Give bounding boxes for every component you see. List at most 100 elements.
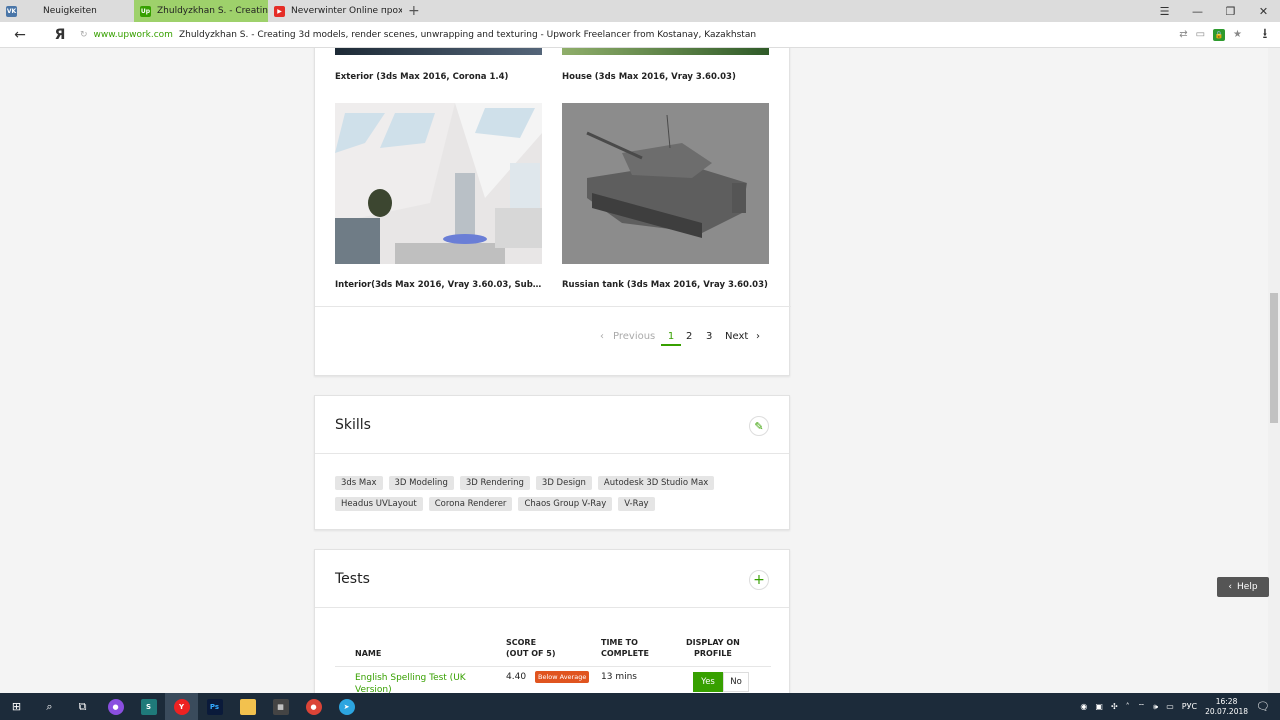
address-bar: ← Я ↻ www.upwork.com Zhuldyzkhan S. - Cr… — [0, 22, 1280, 48]
chevron-up-icon[interactable]: ˄ — [1126, 702, 1130, 711]
portfolio-caption[interactable]: Russian tank (3ds Max 2016, Vray 3.60.03… — [562, 280, 769, 290]
search-icon[interactable]: ⌕ — [33, 693, 66, 720]
chevron-right-icon: › — [756, 331, 760, 342]
edit-skills-button[interactable]: ✎ — [749, 416, 769, 436]
column-header-name: NAME — [355, 649, 382, 658]
reader-icon[interactable]: ▭ — [1196, 29, 1205, 40]
page-link-2[interactable]: 2 — [686, 331, 692, 342]
portfolio-thumb-interior[interactable] — [335, 103, 542, 264]
tests-card: Tests + NAME SCORE (OUT OF 5) TIME TO CO… — [314, 549, 790, 693]
column-header-time: TIME TO COMPLETE — [601, 638, 649, 658]
close-window-button[interactable]: ✕ — [1247, 5, 1280, 18]
display-yes-button[interactable]: Yes — [693, 672, 723, 692]
page-scrollbar[interactable] — [1268, 48, 1280, 693]
skill-chip[interactable]: 3D Modeling — [388, 476, 454, 490]
skill-chip[interactable]: Corona Renderer — [428, 497, 513, 511]
chrome-icon: ● — [305, 698, 322, 715]
help-button[interactable]: ‹ Help — [1217, 577, 1269, 597]
add-test-button[interactable]: + — [749, 570, 769, 590]
windows-taskbar: ⊞ ⌕ ⧉ ● S Y Ps ▦ ● ➤ ◉ ▣ ✣ ˄ ⌔ 🕪 ▭ РУС 1… — [0, 693, 1280, 720]
previous-page-link[interactable]: Previous — [613, 331, 655, 342]
table-divider — [335, 666, 771, 667]
test-score: 4.40 — [506, 672, 527, 682]
lock-icon[interactable]: 🔒 — [1213, 28, 1226, 41]
skill-chip[interactable]: Autodesk 3D Studio Max — [597, 476, 715, 490]
alice-icon: ● — [107, 698, 124, 715]
taskbar-app-photoshop[interactable]: Ps — [198, 693, 231, 720]
battery-icon[interactable]: ▭ — [1166, 702, 1174, 711]
app-tray-icon[interactable]: ▣ — [1095, 702, 1103, 711]
tab-neuigkeiten[interactable]: VK Neuigkeiten — [0, 0, 134, 22]
page-link-1[interactable]: 1 — [661, 331, 681, 346]
help-label: Help — [1237, 582, 1258, 592]
display-no-button[interactable]: No — [723, 672, 749, 692]
restore-button[interactable]: ❐ — [1214, 5, 1247, 18]
upwork-icon: Up — [140, 5, 151, 17]
language-indicator[interactable]: РУС — [1182, 702, 1197, 711]
page-link-3[interactable]: 3 — [706, 331, 712, 342]
clock[interactable]: 16:28 20.07.2018 — [1205, 697, 1248, 717]
taskbar-app-yandex[interactable]: Y — [165, 693, 198, 720]
reload-icon[interactable]: ↻ — [80, 30, 88, 40]
tank-render-image — [562, 103, 769, 264]
system-tray: ◉ ▣ ✣ ˄ ⌔ 🕪 ▭ РУС 16:28 20.07.2018 🗨 — [1080, 697, 1280, 717]
portfolio-card: Exterior (3ds Max 2016, Corona 1.4) Hous… — [314, 48, 791, 376]
plus-icon: + — [753, 572, 765, 588]
translate-icon[interactable]: ⇄ — [1179, 29, 1187, 40]
youtube-icon: ▶ — [274, 5, 285, 17]
network-icon[interactable]: ◉ — [1080, 702, 1087, 711]
windows-start-icon[interactable]: ⊞ — [0, 693, 33, 720]
task-view-icon[interactable]: ⧉ — [66, 693, 99, 720]
taskbar-app-sketchup[interactable]: S — [132, 693, 165, 720]
notifications-icon[interactable]: 🗨 — [1256, 700, 1270, 713]
wifi-icon[interactable]: ⌔ — [1138, 702, 1146, 712]
column-header-score: SCORE (OUT OF 5) — [506, 638, 556, 658]
interior-render-image — [335, 103, 542, 264]
tray-app-icon[interactable]: ✣ — [1111, 702, 1118, 711]
portfolio-caption[interactable]: House (3ds Max 2016, Vray 3.60.03) — [562, 72, 769, 82]
portfolio-caption[interactable]: Exterior (3ds Max 2016, Corona 1.4) — [335, 72, 542, 82]
test-name-link[interactable]: English Spelling Test (UK Version) — [355, 672, 485, 693]
test-time: 13 mins — [601, 672, 637, 682]
portfolio-thumb-tank[interactable] — [562, 103, 769, 264]
taskbar-app-alice[interactable]: ● — [99, 693, 132, 720]
menu-icon[interactable]: ☰ — [1148, 5, 1181, 18]
folder-icon — [239, 698, 256, 715]
next-page-link[interactable]: Next — [725, 331, 748, 342]
portfolio-thumb-exterior[interactable] — [335, 48, 542, 55]
url-domain: www.upwork.com — [93, 29, 173, 40]
volume-icon[interactable]: 🕪 — [1153, 702, 1158, 712]
url-page-title: Zhuldyzkhan S. - Creating 3d models, ren… — [178, 29, 757, 40]
skill-chip[interactable]: 3D Rendering — [459, 476, 530, 490]
chevron-left-icon: ‹ — [1228, 582, 1233, 592]
skill-chip[interactable]: V-Ray — [618, 497, 655, 511]
pagination: ‹ Previous 1 2 3 Next › — [315, 306, 791, 376]
clock-date: 20.07.2018 — [1205, 706, 1249, 716]
scrollbar-thumb[interactable] — [1270, 293, 1278, 423]
pencil-icon: ✎ — [754, 419, 764, 433]
skill-chip[interactable]: Chaos Group V-Ray — [518, 497, 613, 511]
tab-upwork[interactable]: Up Zhuldyzkhan S. - Creating ✕ — [134, 0, 268, 22]
taskbar-app-calculator[interactable]: ▦ — [264, 693, 297, 720]
skill-chip[interactable]: Headus UVLayout — [335, 497, 423, 511]
taskbar-app-chrome[interactable]: ● — [297, 693, 330, 720]
portfolio-caption[interactable]: Interior(3ds Max 2016, Vray 3.60.03, Sub… — [335, 280, 542, 290]
page-content: Exterior (3ds Max 2016, Corona 1.4) Hous… — [0, 48, 1280, 693]
tab-youtube[interactable]: ▶ Neverwinter Online прохож ✕ — [268, 0, 402, 22]
new-tab-button[interactable]: + — [402, 3, 426, 19]
skill-chip[interactable]: 3D Design — [535, 476, 592, 490]
skill-chip[interactable]: 3ds Max — [335, 476, 383, 490]
yandex-logo[interactable]: Я — [40, 27, 80, 43]
telegram-icon: ➤ — [338, 698, 355, 715]
minimize-button[interactable]: — — [1181, 5, 1214, 18]
download-icon[interactable]: ⭳ — [1250, 23, 1280, 47]
url-field[interactable]: ↻ www.upwork.com Zhuldyzkhan S. - Creati… — [80, 25, 1242, 45]
skills-card: Skills ✎ 3ds Max 3D Modeling 3D Renderin… — [314, 395, 790, 530]
clock-time: 16:28 — [1215, 696, 1238, 706]
star-icon[interactable]: ★ — [1233, 29, 1242, 40]
vk-icon: VK — [6, 5, 17, 17]
taskbar-app-telegram[interactable]: ➤ — [330, 693, 363, 720]
taskbar-app-explorer[interactable] — [231, 693, 264, 720]
portfolio-thumb-house[interactable] — [562, 48, 769, 55]
back-arrow-icon[interactable]: ← — [0, 27, 40, 43]
